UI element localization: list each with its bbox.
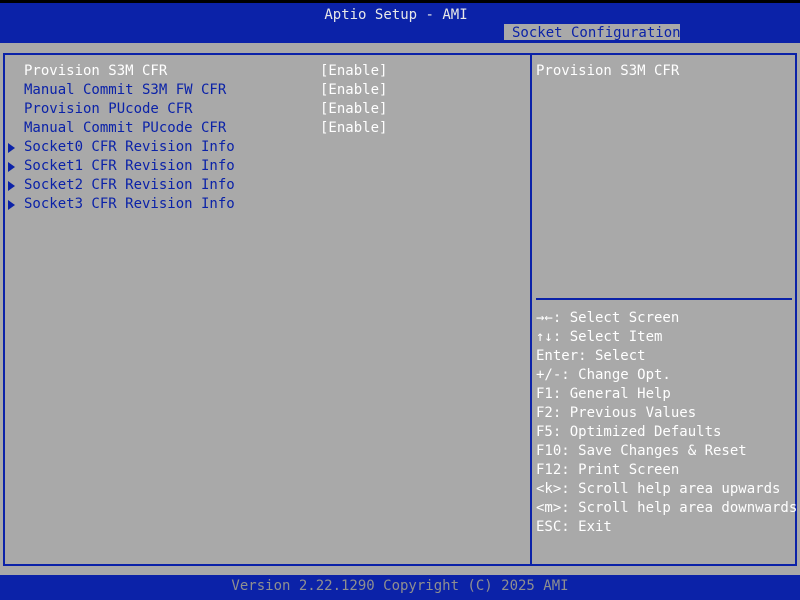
setting-manual-commit-pucode-cfr-label[interactable]: Manual Commit PUcode CFR (24, 119, 226, 138)
footer-bar: Version 2.22.1290 Copyright (C) 2025 AMI (0, 575, 800, 600)
setting-provision-pucode-cfr-value[interactable]: [Enable] (320, 100, 387, 119)
setting-provision-pucode-cfr-label[interactable]: Provision PUcode CFR (24, 100, 193, 119)
app-title: Aptio Setup - AMI (324, 7, 468, 23)
setting-provision-s3m-cfr-label[interactable]: Provision S3M CFR (24, 62, 167, 81)
help-separator (536, 298, 792, 300)
key-help-scroll-up: <k>: Scroll help area upwards (536, 481, 781, 497)
setting-manual-commit-s3m-fw-cfr-label[interactable]: Manual Commit S3M FW CFR (24, 81, 226, 100)
submenu-socket0-cfr-revision-info[interactable]: Socket0 CFR Revision Info (24, 138, 235, 157)
key-help-save-changes-reset: F10: Save Changes & Reset (536, 443, 747, 459)
key-help-optimized-defaults: F5: Optimized Defaults (536, 424, 722, 440)
submenu-arrow-icon (8, 181, 15, 191)
key-help-print-screen: F12: Print Screen (536, 462, 680, 478)
key-help-exit: ESC: Exit (536, 519, 612, 535)
key-help-change-opt: +/-: Change Opt. (536, 367, 671, 383)
submenu-socket2-cfr-revision-info[interactable]: Socket2 CFR Revision Info (24, 176, 235, 195)
setting-manual-commit-s3m-fw-cfr-value[interactable]: [Enable] (320, 81, 387, 100)
help-description: Provision S3M CFR (536, 63, 680, 79)
setting-manual-commit-pucode-cfr-value[interactable]: [Enable] (320, 119, 387, 138)
key-help-enter-select: Enter: Select (536, 348, 646, 364)
header-divider (0, 40, 800, 43)
submenu-arrow-icon (8, 200, 15, 210)
key-help-previous-values: F2: Previous Values (536, 405, 697, 421)
key-help-general-help: F1: General Help (536, 386, 671, 402)
submenu-arrow-icon (8, 162, 15, 172)
setting-provision-s3m-cfr-value[interactable]: [Enable] (320, 62, 387, 81)
version-copyright-text: Version 2.22.1290 Copyright (C) 2025 AMI (231, 578, 569, 594)
key-help-select-screen: →←: Select Screen (536, 310, 680, 326)
submenu-socket3-cfr-revision-info[interactable]: Socket3 CFR Revision Info (24, 195, 235, 214)
key-help-scroll-down: <m>: Scroll help area downwards (536, 500, 798, 516)
key-help-select-item: ↑↓: Select Item (536, 329, 663, 345)
submenu-socket1-cfr-revision-info[interactable]: Socket1 CFR Revision Info (24, 157, 235, 176)
panel-divider (530, 53, 532, 566)
header-bar: Aptio Setup - AMI Socket Configuration (0, 0, 800, 43)
submenu-arrow-icon (8, 143, 15, 153)
bios-setup-screen: Aptio Setup - AMI Socket Configuration P… (0, 0, 800, 600)
